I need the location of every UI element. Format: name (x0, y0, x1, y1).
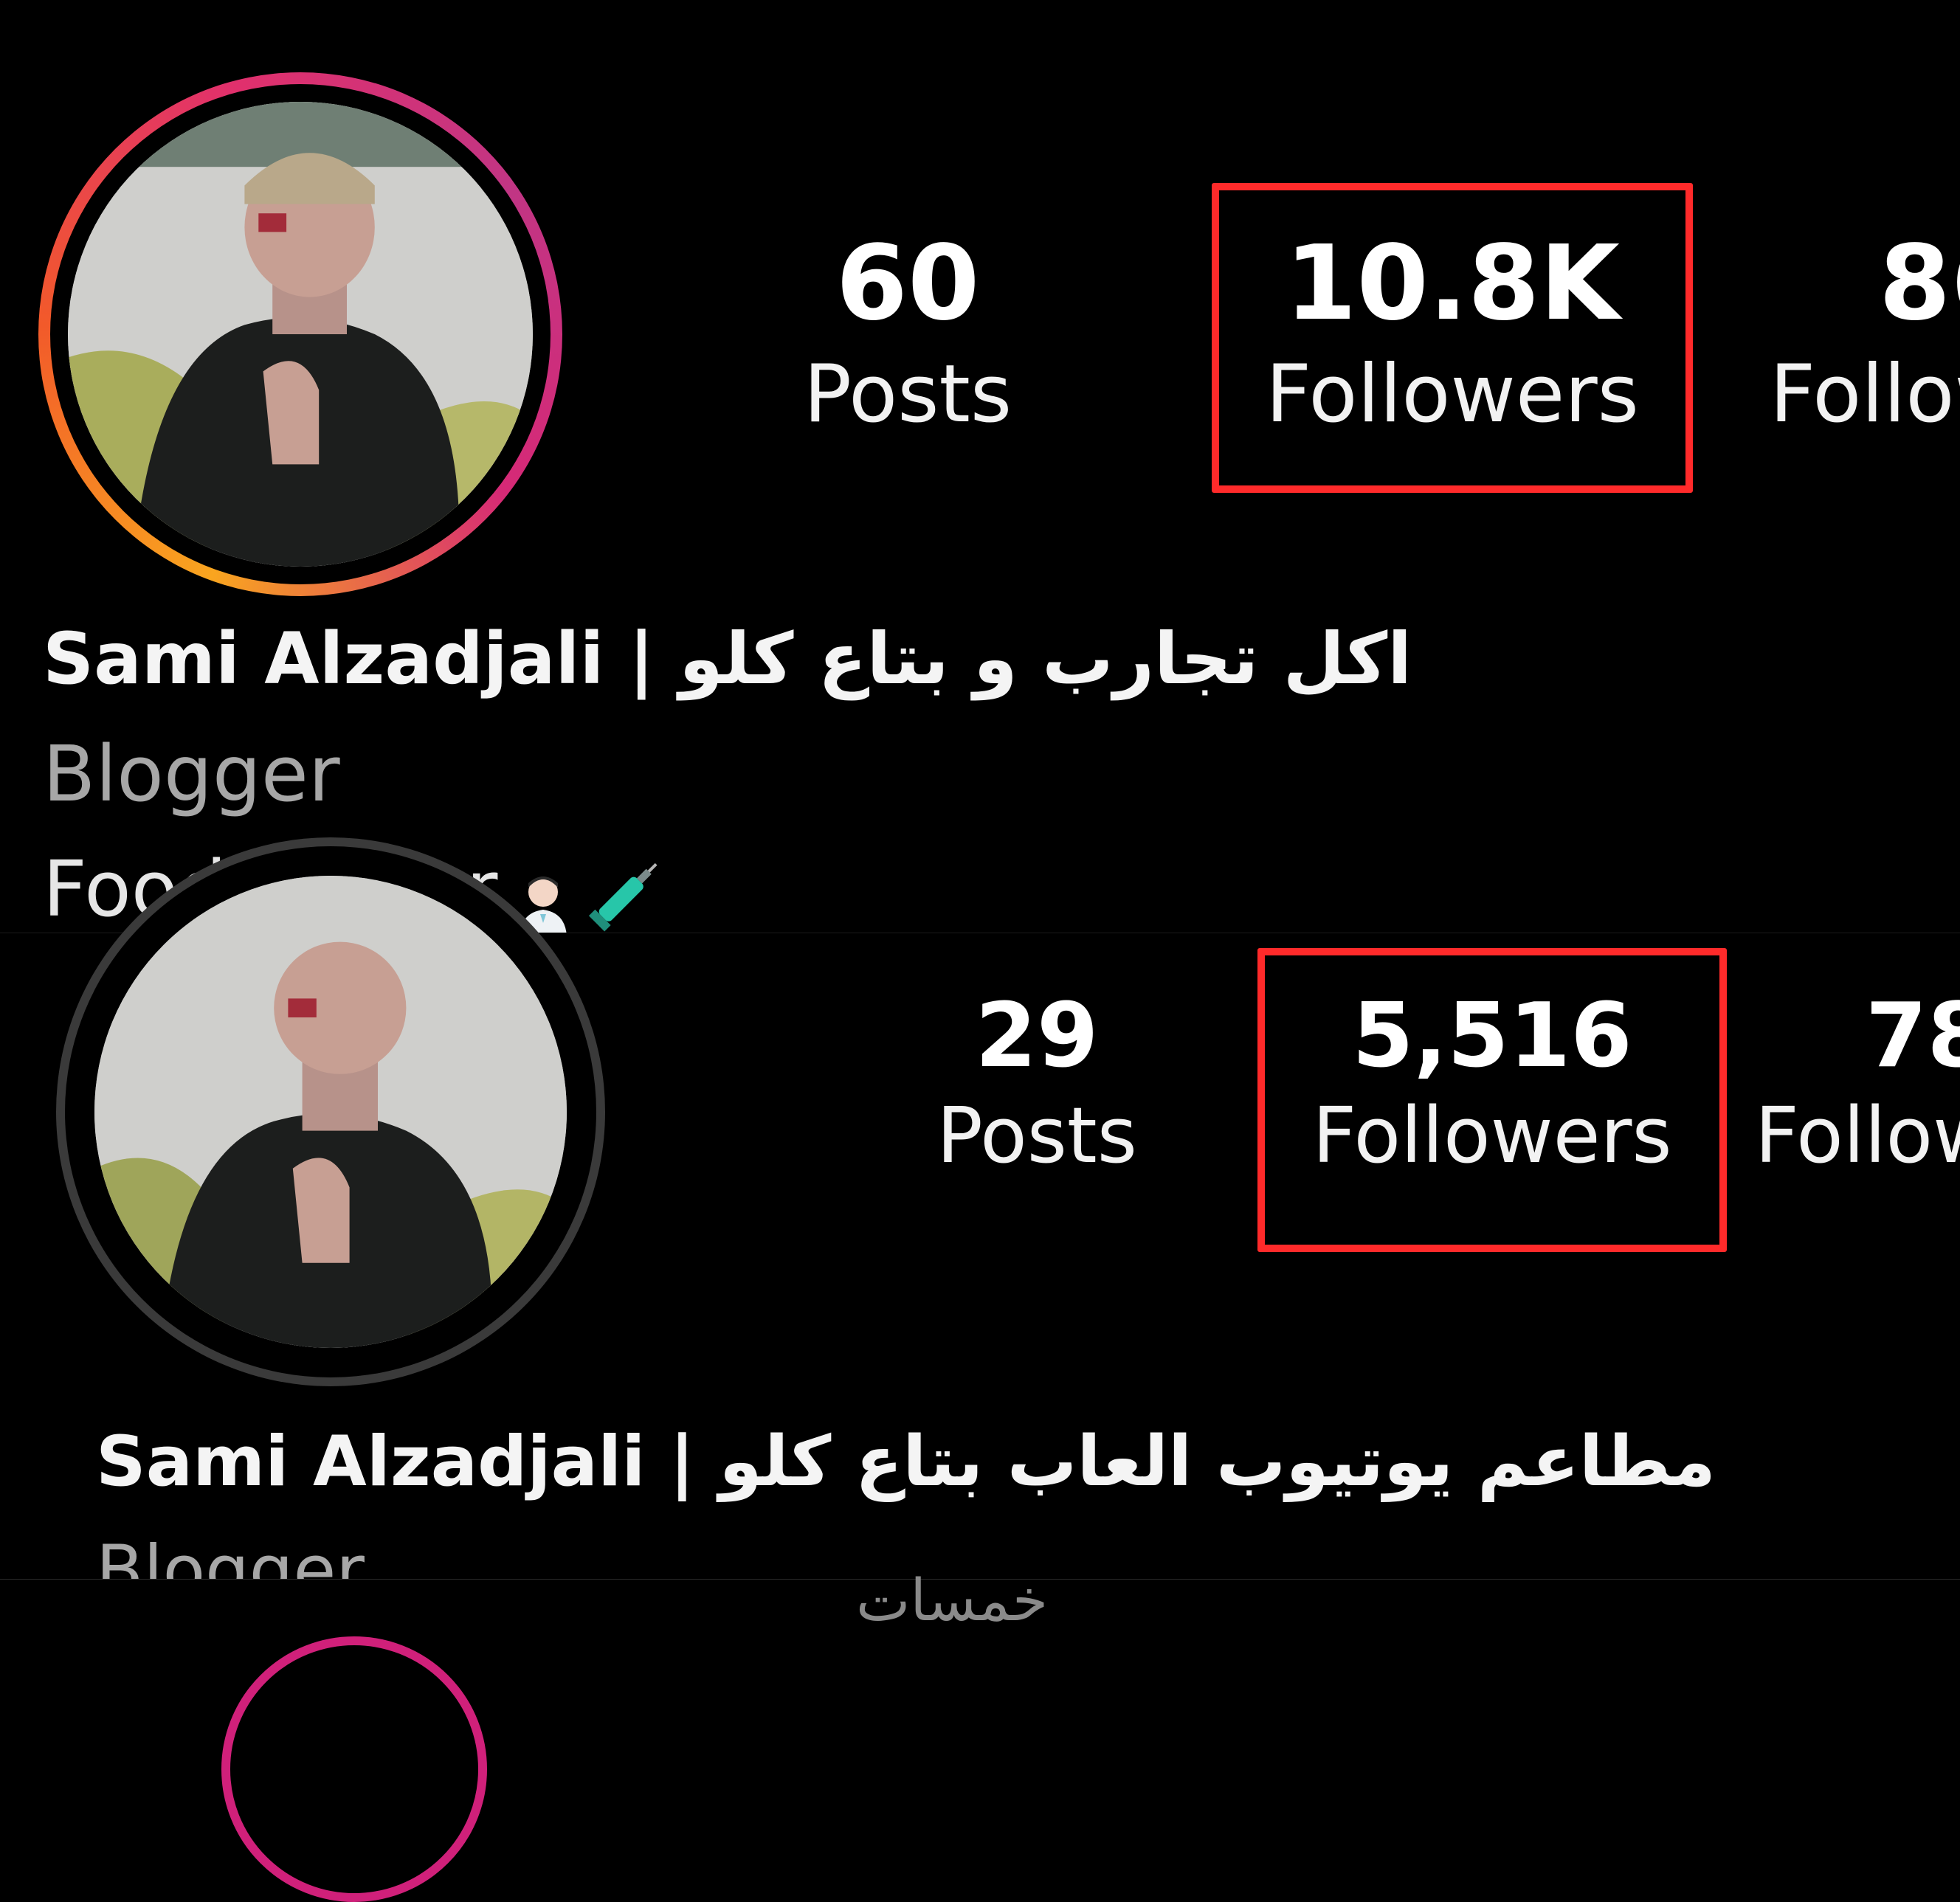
posts-count: 29 (975, 985, 1099, 1087)
profile-avatar[interactable] (94, 876, 567, 1348)
following-label: Follow (1755, 1090, 1960, 1180)
stat-followers[interactable]: 5,516 Followers (1272, 983, 1712, 1182)
profile-avatar[interactable] (68, 102, 533, 567)
profile-category: Blogger (43, 729, 340, 819)
syringe-emoji (580, 851, 669, 939)
followers-count: 10.8K (1285, 224, 1620, 344)
profile-header-current: 60 Posts 10.8K Followers 86 Follow Sami … (0, 0, 1960, 936)
profile-name: Sami Alzadjali | مطاعم يوتيوب العاب بتاع… (96, 1422, 1716, 1502)
following-label: Follow (1770, 348, 1960, 440)
following-count: 78 (1866, 985, 1960, 1087)
posts-label: Posts (803, 348, 1012, 440)
watermark: خمسات (856, 1568, 1049, 1634)
posts-count: 60 (835, 224, 980, 344)
story-ring[interactable] (221, 1636, 487, 1902)
following-count: 86 (1879, 224, 1960, 344)
profile-name: Sami Alzadjali | اكل تجارب و بتاع كلو (43, 618, 1412, 700)
stat-following[interactable]: 86 Follow (1770, 221, 1960, 443)
stat-following[interactable]: 78 Follow (1755, 983, 1960, 1182)
posts-label: Posts (936, 1090, 1137, 1180)
followers-label: Followers (1312, 1090, 1672, 1180)
followers-count: 5,516 (1352, 985, 1632, 1087)
stat-followers[interactable]: 10.8K Followers (1226, 221, 1678, 443)
stat-posts[interactable]: 29 Posts (908, 983, 1166, 1182)
followers-label: Followers (1266, 348, 1639, 440)
profile-header-previous: 29 Posts 5,516 Followers 78 Follow Sami … (0, 837, 1960, 1611)
stat-posts[interactable]: 60 Posts (767, 221, 1048, 443)
